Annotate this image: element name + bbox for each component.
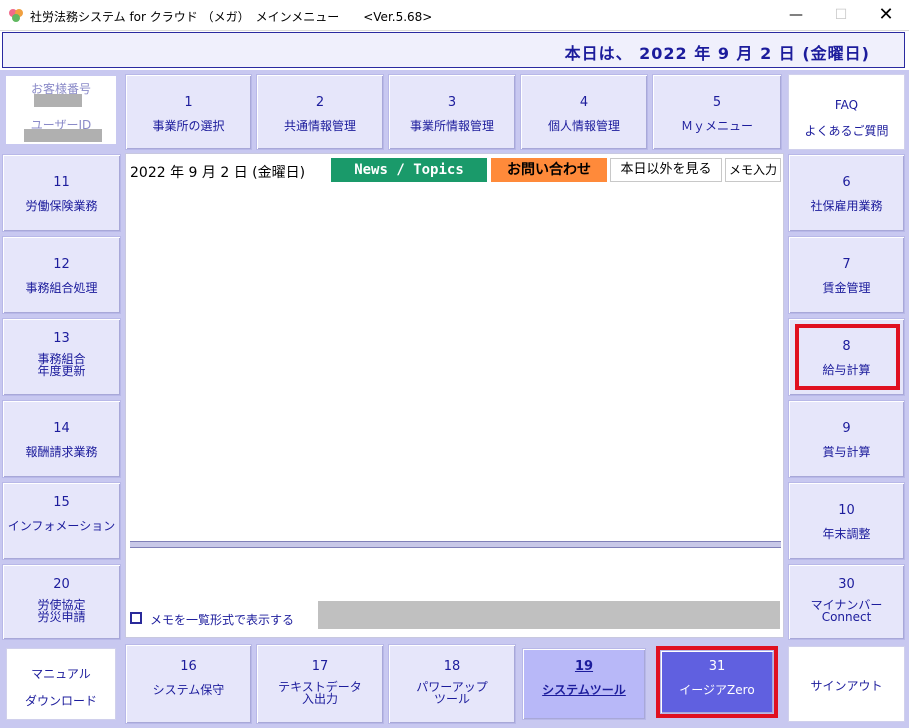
menu-11-labor-insurance[interactable]: 11 労働保険業務 <box>2 154 121 232</box>
close-button[interactable]: ✕ <box>863 0 909 30</box>
menu-number: 14 <box>53 421 70 436</box>
menu-label: 給与計算 <box>822 363 871 377</box>
menu-number: 8 <box>842 339 851 354</box>
today-text: 本日は、 2022 年 9 月 2 日 (金曜日) <box>564 44 870 63</box>
menu-15-information[interactable]: 15 インフォメーション <box>2 482 121 560</box>
menu-number: 1 <box>184 95 193 110</box>
panel-date: 2022 年 9 月 2 日 (金曜日) <box>130 165 306 181</box>
view-other-days-button[interactable]: 本日以外を見る <box>610 158 722 182</box>
memo-list-label: メモを一覧形式で表示する <box>150 613 295 627</box>
memo-list-checkbox[interactable] <box>130 612 142 624</box>
panel-splitter[interactable] <box>130 541 781 548</box>
menu-number: 31 <box>708 659 726 674</box>
menu-label-line2: ツール <box>433 692 470 706</box>
menu-number: 30 <box>838 577 855 592</box>
menu-label: 事務組合処理 <box>25 281 98 295</box>
menu-5-my-menu[interactable]: 5 Ｍｙメニュー <box>652 74 782 150</box>
menu-9-bonus-calc[interactable]: 9 賞与計算 <box>788 400 905 478</box>
maximize-button[interactable]: ☐ <box>818 0 864 30</box>
menu-12-association-processing[interactable]: 12 事務組合処理 <box>2 236 121 314</box>
news-topics-button[interactable]: News / Topics <box>331 158 487 182</box>
menu-label: 賃金管理 <box>822 281 871 295</box>
download-label: ダウンロード <box>24 694 97 708</box>
menu-label: 事業所情報管理 <box>409 119 494 133</box>
menu-19-system-tools[interactable]: 19 システムツール <box>522 648 646 720</box>
menu-2-common-info[interactable]: 2 共通情報管理 <box>256 74 384 150</box>
menu-number: 10 <box>838 503 855 518</box>
menu-13-association-annual-update[interactable]: 13 事務組合 年度更新 <box>2 318 121 396</box>
menu-18-powerup-tools[interactable]: 18 パワーアップ ツール <box>388 644 516 724</box>
menu-number: 7 <box>842 257 851 272</box>
menu-8-payroll[interactable]: 8 給与計算 <box>788 318 905 396</box>
menu-17-text-data-io[interactable]: 17 テキストデータ 入出力 <box>256 644 384 724</box>
manual-download-button[interactable]: マニュアル ダウンロード <box>6 648 116 720</box>
menu-number: 15 <box>53 495 70 510</box>
menu-number: 9 <box>842 421 851 436</box>
menu-number: 12 <box>53 257 70 272</box>
menu-16-system-maintenance[interactable]: 16 システム保守 <box>125 644 252 724</box>
faq-title: FAQ <box>834 98 859 112</box>
user-id-value <box>24 129 102 142</box>
sign-out-label: サインアウト <box>810 679 883 693</box>
news-memo-panel: 2022 年 9 月 2 日 (金曜日) News / Topics お問い合わ… <box>125 153 784 638</box>
menu-label: インフォメーション <box>7 519 116 533</box>
title-bar: 社労法務システム for クラウド （メガ） メインメニュー <Ver.5.68… <box>0 0 909 31</box>
minimize-button[interactable]: — <box>773 0 819 30</box>
menu-number: 16 <box>180 659 197 674</box>
app-logo-icon <box>9 9 23 22</box>
menu-label: イージアZero <box>679 683 755 697</box>
menu-label: システムツール <box>542 683 626 697</box>
faq-subtitle: よくあるご質問 <box>804 124 889 138</box>
customer-number-value <box>34 94 82 107</box>
window-title: 社労法務システム for クラウド （メガ） メインメニュー <Ver.5.68… <box>30 10 433 24</box>
menu-number: 18 <box>443 659 461 674</box>
menu-label: 報酬請求業務 <box>25 445 98 459</box>
today-banner: 本日は、 2022 年 9 月 2 日 (金曜日) <box>2 32 905 68</box>
menu-number: 3 <box>447 95 457 110</box>
customer-info: お客様番号 ユーザーID <box>6 76 116 144</box>
menu-30-mynumber-connect[interactable]: 30 マイナンバー Connect <box>788 564 905 640</box>
menu-label: 社保雇用業務 <box>810 199 883 213</box>
menu-label: 年末調整 <box>822 527 871 541</box>
sign-out-button[interactable]: サインアウト <box>788 646 905 722</box>
menu-label: 賞与計算 <box>822 445 871 459</box>
menu-1-office-select[interactable]: 1 事業所の選択 <box>125 74 252 150</box>
menu-number: 17 <box>311 659 329 674</box>
memo-status-bar <box>318 601 780 629</box>
menu-6-social-insurance[interactable]: 6 社保雇用業務 <box>788 154 905 232</box>
menu-label-line2: Connect <box>821 610 872 624</box>
menu-number: 6 <box>842 175 851 190</box>
menu-number: 19 <box>574 659 594 674</box>
menu-10-year-end-adjustment[interactable]: 10 年末調整 <box>788 482 905 560</box>
menu-number: 5 <box>712 95 722 110</box>
manual-label: マニュアル <box>31 667 91 681</box>
menu-31-easia-zero[interactable]: 31 イージアZero <box>660 650 774 714</box>
menu-label: Ｍｙメニュー <box>680 119 753 133</box>
menu-label: 個人情報管理 <box>547 119 620 133</box>
menu-20-labor-agreement[interactable]: 20 労使協定 労災申請 <box>2 564 121 640</box>
memo-input-button[interactable]: メモ入力 <box>725 158 781 182</box>
menu-label: 労働保険業務 <box>25 199 98 213</box>
menu-number: 4 <box>579 95 589 110</box>
menu-number: 2 <box>315 95 325 110</box>
faq-button[interactable]: FAQ よくあるご質問 <box>788 74 905 150</box>
menu-3-office-info[interactable]: 3 事業所情報管理 <box>388 74 516 150</box>
menu-number: 20 <box>53 577 70 592</box>
menu-label-line2: 入出力 <box>301 692 338 706</box>
menu-label-line2: 労災申請 <box>37 610 86 624</box>
menu-14-fee-billing[interactable]: 14 報酬請求業務 <box>2 400 121 478</box>
contact-button[interactable]: お問い合わせ <box>491 158 607 182</box>
menu-label: 共通情報管理 <box>283 119 356 133</box>
menu-number: 13 <box>53 331 70 346</box>
menu-4-personal-info[interactable]: 4 個人情報管理 <box>520 74 648 150</box>
menu-label: 事業所の選択 <box>152 119 225 133</box>
menu-label: システム保守 <box>152 683 225 697</box>
menu-label-line2: 年度更新 <box>37 364 86 378</box>
menu-7-wage-management[interactable]: 7 賃金管理 <box>788 236 905 314</box>
menu-number: 11 <box>53 175 70 190</box>
